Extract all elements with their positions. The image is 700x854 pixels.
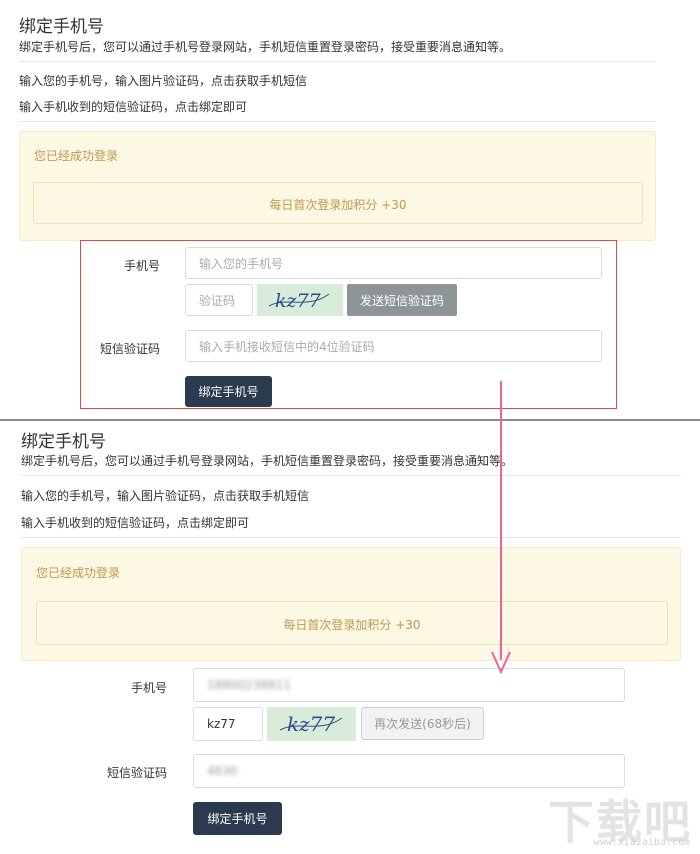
divider-line <box>21 537 681 538</box>
highlight-frame <box>80 240 617 409</box>
captcha-input[interactable]: kz77 <box>193 707 263 741</box>
divider-line <box>19 121 656 122</box>
bonus-box: 每日首次登录加积分 +30 <box>33 182 643 224</box>
page-description: 绑定手机号后，您可以通过手机号登录网站，手机短信重置登录密码，接受重要消息通知等… <box>21 454 514 468</box>
sms-code-label: 短信验证码 <box>106 766 167 780</box>
bonus-text: 每日首次登录加积分 +30 <box>283 618 421 632</box>
sms-code-value-masked: 4630 <box>207 764 238 778</box>
login-success-notice: 您已经成功登录 每日首次登录加积分 +30 <box>21 547 681 661</box>
bind-phone-button[interactable]: 绑定手机号 <box>193 802 282 835</box>
page-title: 绑定手机号 <box>21 432 106 452</box>
watermark-url: www.xiazaiba.com <box>593 837 690 848</box>
bonus-text: 每日首次登录加积分 +30 <box>269 198 407 212</box>
page-description: 绑定手机号后，您可以通过手机号登录网站，手机短信重置登录密码，接受重要消息通知等… <box>19 40 512 54</box>
bonus-box: 每日首次登录加积分 +30 <box>36 601 668 645</box>
divider-line <box>19 61 656 62</box>
sms-code-input[interactable]: 4630 <box>193 754 625 788</box>
resend-sms-countdown-button[interactable]: 再次发送(68秒后) <box>361 707 484 740</box>
captcha-image-icon: kz77 <box>279 712 343 736</box>
phone-label: 手机号 <box>130 681 167 695</box>
page-title: 绑定手机号 <box>19 17 104 37</box>
login-success-notice: 您已经成功登录 每日首次登录加积分 +30 <box>19 131 656 241</box>
instruction-step-2: 输入手机收到的短信验证码，点击绑定即可 <box>21 516 250 530</box>
instruction-step-1: 输入您的手机号，输入图片验证码，点击获取手机短信 <box>21 489 310 503</box>
phone-value-masked: 18800238811 <box>207 678 291 692</box>
instruction-step-2: 输入手机收到的短信验证码，点击绑定即可 <box>19 100 248 114</box>
notice-text: 您已经成功登录 <box>34 149 119 163</box>
divider-line <box>21 475 681 476</box>
instruction-step-1: 输入您的手机号，输入图片验证码，点击获取手机短信 <box>19 74 308 88</box>
notice-text: 您已经成功登录 <box>36 566 121 580</box>
captcha-image[interactable]: kz77 <box>267 707 356 741</box>
site-watermark: 下载吧 www.xiazaiba.com <box>542 786 692 849</box>
phone-input[interactable]: 18800238811 <box>193 668 625 702</box>
svg-text:kz77: kz77 <box>287 712 335 736</box>
